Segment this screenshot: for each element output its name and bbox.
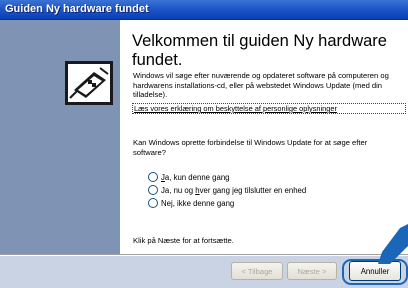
privacy-link[interactable]: Læs vores erklæring om beskyttelse af pe…	[132, 103, 406, 114]
option-yes-once[interactable]: Ja, kun denne gang	[148, 171, 230, 183]
option-label: Ja, kun denne gang	[161, 172, 230, 182]
radio-button[interactable]	[148, 172, 158, 182]
option-label: Ja, nu og hver gang jeg tilslutter en en…	[161, 185, 307, 195]
back-button[interactable]: < Tilbage	[231, 262, 283, 280]
next-button[interactable]: Næste >	[287, 262, 337, 280]
radio-button[interactable]	[148, 185, 158, 195]
wizard-side-panel	[0, 20, 120, 254]
pointer-arrow-icon	[378, 224, 408, 264]
title-bar[interactable]: Guiden Ny hardware fundet	[0, 0, 408, 20]
option-label: Nej, ikke denne gang	[161, 198, 235, 208]
continue-hint: Klik på Næste for at fortsætte.	[133, 236, 234, 245]
hardware-wizard-icon	[65, 61, 113, 105]
question-text: Kan Windows oprette forbindelse til Wind…	[133, 138, 368, 157]
option-no[interactable]: Nej, ikke denne gang	[148, 197, 234, 209]
wizard-content: Velkommen til guiden Ny hardware fundet.…	[120, 20, 408, 254]
wizard-heading: Velkommen til guiden Ny hardware fundet.	[132, 32, 387, 69]
radio-button[interactable]	[148, 198, 158, 208]
option-yes-always[interactable]: Ja, nu og hver gang jeg tilslutter en en…	[148, 184, 306, 196]
window-title: Guiden Ny hardware fundet	[5, 3, 149, 15]
intro-text: Windows vil søge efter nuværende og opda…	[133, 71, 389, 100]
